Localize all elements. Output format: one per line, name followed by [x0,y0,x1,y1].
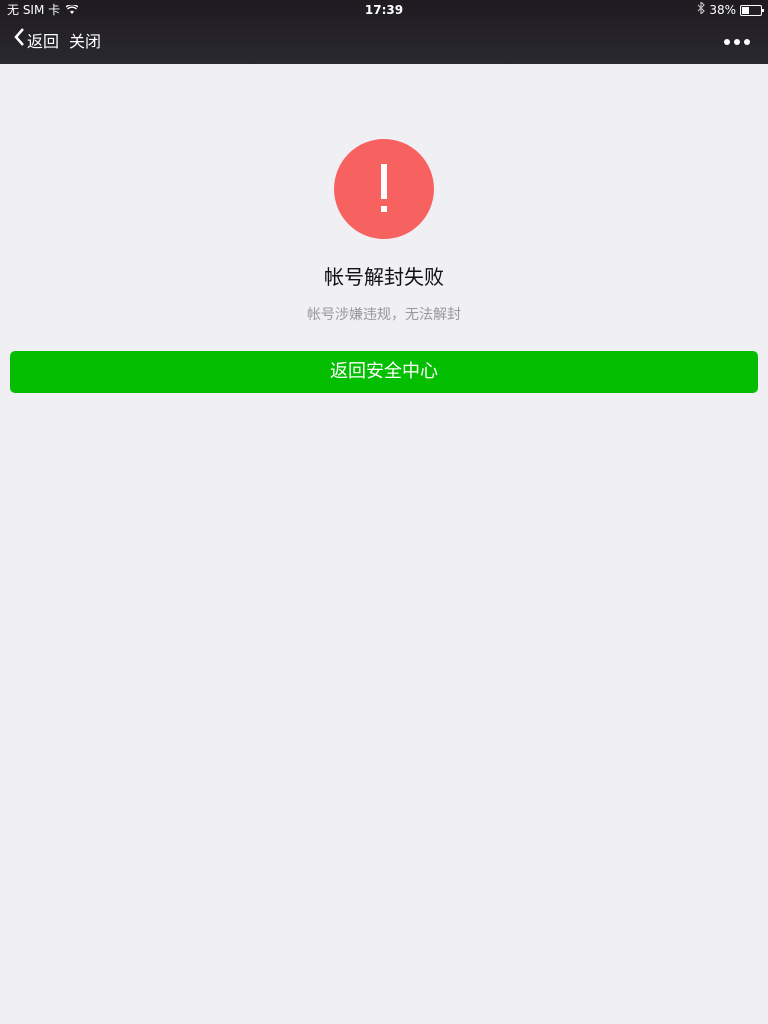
result-description: 帐号涉嫌违规，无法解封 [307,307,461,323]
more-dots-icon [734,39,740,45]
chevron-left-icon [13,20,27,64]
clock: 17:39 [364,3,404,17]
battery-fill [742,6,749,14]
status-bar: 无 SIM 卡 17:39 38% [0,0,768,20]
return-security-center-button[interactable]: 返回安全中心 [10,351,758,393]
battery-percent: 38% [709,3,736,17]
more-dots-icon [724,39,730,45]
result-title: 帐号解封失败 [324,265,444,289]
back-button[interactable]: 返回 [13,20,59,64]
battery-icon [740,4,764,16]
more-dots-icon [744,39,750,45]
exclamation-dot [381,206,387,212]
warning-exclamation-icon [334,139,434,239]
exclamation-bar [381,164,387,199]
top-bar: 无 SIM 卡 17:39 38% 返回 关闭 [0,0,768,64]
more-button[interactable] [724,20,750,64]
status-right: 38% [697,0,764,20]
close-button[interactable]: 关闭 [69,20,101,64]
bluetooth-icon [697,0,706,20]
back-label: 返回 [27,32,60,51]
navigation-bar: 返回 关闭 [0,20,768,64]
